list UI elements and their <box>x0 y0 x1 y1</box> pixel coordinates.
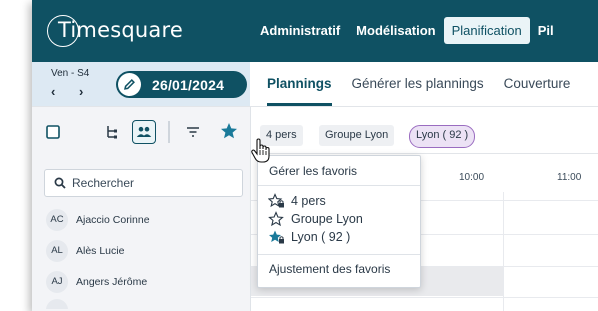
favorites-menu: Gérer les favoris 4 pers Groupe Lyon Lyo… <box>257 155 421 288</box>
adjust-favorites-item[interactable]: Ajustement des favoris <box>269 262 390 276</box>
app-logo[interactable]: Timesquare <box>47 12 183 48</box>
people-icon <box>136 126 152 137</box>
search-placeholder: Rechercher <box>72 176 135 190</box>
user-name: Alès Lucie <box>76 244 125 257</box>
grid-line <box>503 192 504 311</box>
avatar: AL <box>46 239 68 262</box>
favorites-chip-row: 4 pers Groupe Lyon Lyon ( 92 ) <box>251 107 598 154</box>
hand-cursor-icon <box>250 138 274 171</box>
search-icon <box>54 177 66 189</box>
search-input[interactable]: Rechercher <box>44 169 243 197</box>
next-arrow-icon[interactable]: › <box>79 84 93 99</box>
date-navigator: Ven - S4 ‹ › 26/01/2024 <box>32 62 250 106</box>
chip-lyon-92[interactable]: Lyon ( 92 ) <box>409 125 476 148</box>
toolbar-divider <box>168 121 170 143</box>
date-picker-button[interactable]: 26/01/2024 <box>116 71 247 98</box>
favorite-item-lyon-92[interactable]: Lyon ( 92 ) <box>268 228 350 246</box>
list-item[interactable]: AJ Angers Jérôme <box>32 266 250 297</box>
day-label: Ven - S4 <box>51 68 90 79</box>
favorite-label: 4 pers <box>291 194 326 208</box>
avatar: AJ <box>46 270 68 293</box>
user-name: Ajaccio Corinne <box>76 213 150 226</box>
favorite-label: Groupe Lyon <box>291 212 363 226</box>
tab-generer-plannings[interactable]: Générer les plannings <box>352 62 484 106</box>
current-date: 26/01/2024 <box>152 76 225 93</box>
hour-label: 10:00 <box>459 172 485 183</box>
chip-groupe-lyon[interactable]: Groupe Lyon <box>319 125 395 146</box>
nav-planification[interactable]: Planification <box>443 17 530 44</box>
star-outline-icon <box>268 211 284 227</box>
date-arrows: ‹ › <box>51 84 93 99</box>
select-all-checkbox[interactable] <box>45 124 61 140</box>
tab-couverture[interactable]: Couverture <box>504 62 571 106</box>
favorites-star-icon[interactable] <box>219 121 239 141</box>
prev-arrow-icon[interactable]: ‹ <box>51 84 65 99</box>
pencil-icon <box>118 73 141 96</box>
app-window: Timesquare Administratif Modélisation Pl… <box>32 0 598 311</box>
list-item-partial[interactable] <box>32 297 250 309</box>
user-name: Angers Jérôme <box>76 275 148 288</box>
menu-divider <box>258 185 420 186</box>
star-filled-lock-icon <box>269 230 284 244</box>
manage-favorites-item[interactable]: Gérer les favoris <box>269 164 357 178</box>
avatar: AC <box>46 208 68 231</box>
star-outline-lock-icon <box>268 193 284 208</box>
list-item[interactable]: AC Ajaccio Corinne <box>32 204 250 235</box>
sidebar: Rechercher AC Ajaccio Corinne AL Alès Lu… <box>32 107 251 311</box>
tab-bar: Plannings Générer les plannings Couvertu… <box>267 62 570 106</box>
list-item[interactable]: AL Alès Lucie <box>32 235 250 266</box>
avatar <box>46 299 68 309</box>
grid-row <box>251 297 598 298</box>
logo-text: Timesquare <box>58 18 183 42</box>
filter-icon[interactable] <box>185 124 201 140</box>
nav-administratif[interactable]: Administratif <box>252 17 348 44</box>
favorite-label: Lyon ( 92 ) <box>291 230 351 244</box>
people-group-button[interactable] <box>132 120 156 144</box>
menu-divider <box>258 254 420 255</box>
top-bar: Timesquare Administratif Modélisation Pl… <box>32 0 598 62</box>
hierarchy-icon[interactable] <box>104 124 120 140</box>
user-list: AC Ajaccio Corinne AL Alès Lucie AJ Ange… <box>32 204 250 309</box>
nav-modelisation[interactable]: Modélisation <box>348 17 443 44</box>
hour-label: 11:00 <box>557 172 582 183</box>
sidebar-toolbar <box>32 107 250 157</box>
nav-pilotage[interactable]: Pil <box>530 17 562 44</box>
date-tabs-row: Ven - S4 ‹ › 26/01/2024 Plannings Génére… <box>32 62 598 107</box>
favorite-item-4-pers[interactable]: 4 pers <box>268 192 326 210</box>
favorite-item-groupe-lyon[interactable]: Groupe Lyon <box>268 210 363 228</box>
main-nav: Administratif Modélisation Planification… <box>252 17 562 44</box>
tab-plannings[interactable]: Plannings <box>267 62 332 106</box>
